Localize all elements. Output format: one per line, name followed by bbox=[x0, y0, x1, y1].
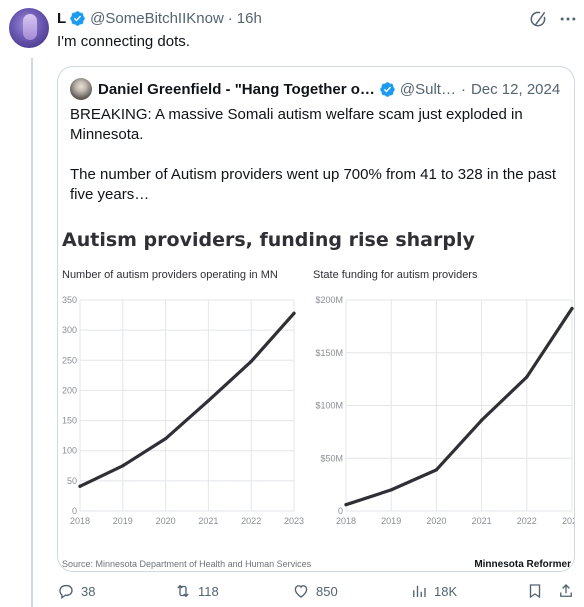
bookmark-button[interactable] bbox=[526, 580, 550, 602]
chart-headline: Autism providers, funding rise sharply bbox=[62, 229, 475, 251]
chart-1-xtick-label: 2018 bbox=[70, 516, 90, 526]
chart-2-xtick-label: 2021 bbox=[472, 516, 492, 526]
chart-2-series-line bbox=[344, 306, 574, 507]
chart-1-xtick-label: 2022 bbox=[241, 516, 261, 526]
repost-icon bbox=[177, 584, 189, 598]
avatar[interactable] bbox=[9, 8, 49, 48]
quoted-text-line2: The number of Autism providers went up 7… bbox=[70, 166, 557, 203]
chart-1-ytick-label: 300 bbox=[62, 325, 77, 335]
thread-line bbox=[31, 58, 33, 607]
reply-icon bbox=[59, 584, 73, 600]
share-icon bbox=[560, 584, 572, 597]
tweet-text: I'm connecting dots. bbox=[57, 33, 190, 50]
chart-2-point bbox=[344, 503, 348, 507]
chart-2-ytick-label: $150M bbox=[315, 348, 343, 358]
chart-image[interactable]: Autism providers, funding rise sharply S… bbox=[58, 220, 574, 571]
share-button[interactable] bbox=[557, 580, 581, 602]
chart-2-ytick-label: 0 bbox=[338, 506, 343, 516]
reply-button[interactable]: 38 bbox=[57, 580, 95, 602]
chart-2-point bbox=[480, 418, 484, 422]
chart-2-xtick-label: 2019 bbox=[381, 516, 401, 526]
heart-icon bbox=[294, 585, 308, 598]
quoted-text-line1: BREAKING: A massive Somali autism welfar… bbox=[70, 106, 523, 143]
tweet-time[interactable]: 16h bbox=[237, 10, 262, 27]
grok-icon[interactable] bbox=[528, 9, 548, 29]
chart-2-point bbox=[434, 468, 438, 472]
separator-dot: · bbox=[227, 9, 233, 27]
chart-1-series-line bbox=[78, 311, 296, 488]
chart-svg: Autism providers, funding rise sharply S… bbox=[62, 229, 574, 570]
chart-1-point bbox=[78, 484, 82, 488]
chart-1-title: Number of autism providers operating in … bbox=[62, 269, 278, 281]
chart-1-xtick-label: 2019 bbox=[113, 516, 133, 526]
chart-1-ytick-label: 250 bbox=[62, 355, 77, 365]
chart-1-xtick-label: 2020 bbox=[156, 516, 176, 526]
separator-dot: · bbox=[460, 80, 466, 98]
chart-1-xtick-label: 2023 bbox=[284, 516, 304, 526]
action-bar: 38 118 850 18K bbox=[57, 580, 577, 602]
author-handle[interactable]: @SomeBitchIIKnow bbox=[90, 10, 224, 27]
quoted-text: BREAKING: A massive Somali autism welfar… bbox=[70, 105, 564, 225]
chart-1-xtick-label: 2021 bbox=[198, 516, 218, 526]
chart-1-point bbox=[206, 399, 210, 403]
tweet-header: L @SomeBitchIIKnow · 16h bbox=[57, 8, 262, 28]
chart-2-xtick-label: 2022 bbox=[517, 516, 537, 526]
chart-1-ytick-label: 150 bbox=[62, 416, 77, 426]
more-options-icon[interactable] bbox=[558, 9, 578, 29]
repost-button[interactable]: 118 bbox=[174, 580, 219, 602]
chart-1-point bbox=[292, 311, 296, 315]
chart-2-ytick-label: $100M bbox=[315, 401, 343, 411]
quoted-tweet[interactable]: Daniel Greenfield - "Hang Together o… @S… bbox=[57, 66, 575, 572]
chart-1-point bbox=[249, 359, 253, 364]
chart-1-ytick-label: 0 bbox=[72, 506, 77, 516]
chart-2-title: State funding for autism providers bbox=[313, 269, 478, 281]
chart-1-point bbox=[121, 464, 125, 468]
chart-2-xtick-label: 2023 bbox=[562, 516, 574, 526]
quoted-author-name: Daniel Greenfield - "Hang Together o… bbox=[98, 80, 375, 98]
like-count: 850 bbox=[316, 583, 338, 599]
chart-2-ytick-label: $50M bbox=[320, 453, 343, 463]
chart-1-ytick-label: 50 bbox=[67, 476, 77, 486]
chart-source: Source: Minnesota Department of Health a… bbox=[62, 559, 312, 569]
views-button[interactable]: 18K bbox=[410, 580, 457, 602]
reply-count: 38 bbox=[81, 583, 96, 599]
chart-1-point bbox=[164, 437, 168, 441]
brand-logo: Minnesota Reformer bbox=[474, 559, 571, 570]
verified-badge-icon bbox=[70, 10, 85, 26]
chart-2-point bbox=[570, 306, 574, 311]
chart-1-ytick-label: 100 bbox=[62, 446, 77, 456]
chart-1-ytick-label: 350 bbox=[62, 295, 77, 305]
chart-2-point bbox=[389, 488, 393, 492]
chart-2-xtick-label: 2018 bbox=[336, 516, 356, 526]
views-count: 18K bbox=[434, 583, 458, 599]
quoted-author-handle: @Sult… bbox=[399, 80, 456, 98]
quoted-date: Dec 12, 2024 bbox=[470, 80, 561, 98]
views-chart-icon bbox=[413, 585, 426, 597]
quoted-avatar bbox=[70, 78, 92, 100]
chart-2-ytick-label: $200M bbox=[315, 295, 343, 305]
author-name[interactable]: L bbox=[57, 10, 66, 27]
verified-badge-icon bbox=[380, 81, 395, 97]
repost-count: 118 bbox=[198, 583, 219, 599]
bookmark-icon bbox=[529, 584, 541, 599]
chart-2-point bbox=[525, 375, 529, 379]
chart-1-ytick-label: 200 bbox=[62, 385, 77, 395]
like-button[interactable]: 850 bbox=[292, 580, 338, 602]
chart-2-xtick-label: 2020 bbox=[426, 516, 446, 526]
quoted-header: Daniel Greenfield - "Hang Together o… @S… bbox=[70, 78, 560, 100]
